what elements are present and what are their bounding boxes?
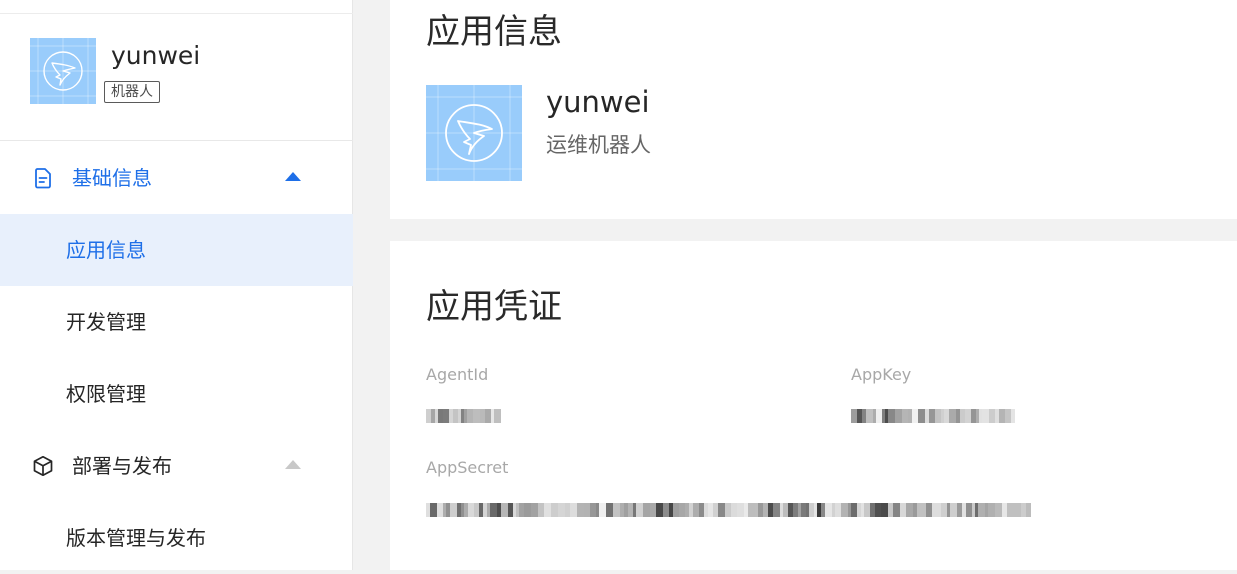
redacted-pixel [1007,502,1014,517]
app-card: yunwei 机器人 [0,14,353,141]
redacted-pixel [841,502,848,517]
app-name: yunwei [546,85,650,119]
redacted-pixel [544,502,551,517]
redacted-pixel [490,502,497,517]
agent-id-value-redacted[interactable] [426,405,506,423]
redacted-pixel [893,502,900,517]
redacted-pixel [737,502,744,517]
redacted-pixel [1026,502,1031,517]
redacted-pixel [888,408,895,423]
redacted-pixel [494,408,501,423]
redacted-pixel [656,502,663,517]
redacted-pixel [988,502,995,517]
sidebar-app-name: yunwei [111,41,201,70]
app-key-value-redacted[interactable] [851,405,1026,423]
app-key-label: AppKey [851,365,912,384]
redacted-pixel [501,502,508,517]
redacted-pixel [978,502,985,517]
agent-id-label: AgentId [426,365,489,384]
dingtalk-logo-icon [30,38,96,104]
redacted-pixel [995,502,1002,517]
robot-tag-badge: 机器人 [104,81,160,103]
redacted-pixel [450,502,457,517]
redacted-pixel [551,502,558,517]
redacted-pixel [950,502,957,517]
nav-group-label: 部署与发布 [72,454,172,478]
credentials-title: 应用凭证 [426,287,562,327]
redacted-pixel [606,502,613,517]
redacted-pixel [558,502,565,517]
nav-group-basic-info[interactable]: 基础信息 [0,142,353,214]
sidebar-item-dev-management[interactable]: 开发管理 [0,286,353,358]
app-secret-value-redacted[interactable] [426,499,1031,517]
redacted-pixel [1011,408,1015,423]
redacted-pixel [982,408,989,423]
redacted-pixel [430,502,437,517]
redacted-pixel [570,502,577,517]
sidebar-item-version-release[interactable]: 版本管理与发布 [0,502,353,574]
app-description: 运维机器人 [546,133,651,157]
app-secret-label: AppSecret [426,458,509,477]
redacted-pixel [906,502,913,517]
redacted-pixel [918,408,925,423]
redacted-pixel [718,502,725,517]
nav-group-label: 基础信息 [72,166,152,190]
sidebar-item-permission-management[interactable]: 权限管理 [0,358,353,430]
redacted-pixel [748,502,755,517]
document-icon [35,168,51,189]
redacted-pixel [773,502,780,517]
redacted-pixel [599,502,606,517]
sidebar: yunwei 机器人 基础信息 应用信息 开发管理 权限管理 部署与发布 版本管… [0,0,353,570]
redacted-pixel [531,502,538,517]
redacted-pixel [825,502,832,517]
nav-group-deploy-release[interactable]: 部署与发布 [0,430,353,502]
sidebar-item-app-info[interactable]: 应用信息 [0,214,353,286]
sidebar-top-divider [0,0,353,14]
redacted-pixel [895,408,902,423]
collapse-arrow-icon[interactable] [285,172,301,181]
credentials-panel: 应用凭证 AgentId AppKey AppSecret [390,241,1237,570]
app-info-panel: 应用信息 yunwei 运维机器人 [390,0,1237,219]
redacted-pixel [881,502,888,517]
redacted-pixel [949,408,956,423]
redacted-pixel [473,408,480,423]
collapse-arrow-icon[interactable] [285,460,301,469]
redacted-pixel [636,502,643,517]
dingtalk-logo-icon [426,85,522,181]
redacted-pixel [643,502,650,517]
redacted-pixel [524,502,531,517]
redacted-pixel [577,502,584,517]
cube-icon [33,455,53,477]
redacted-pixel [1014,502,1021,517]
redacted-pixel [613,502,620,517]
app-info-title: 应用信息 [426,12,562,52]
